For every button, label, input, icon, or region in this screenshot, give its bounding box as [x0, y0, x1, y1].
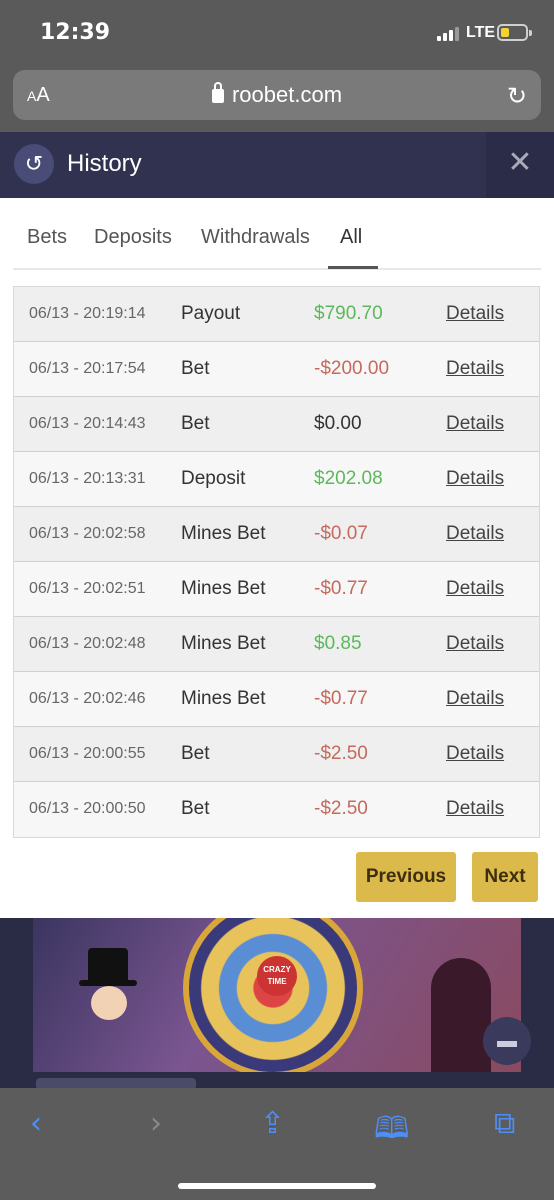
history-header: ↺ History ✕: [0, 132, 554, 198]
row-date: 06/13 - 20:02:46: [29, 690, 146, 707]
table-row: 06/13 - 20:02:51 Mines Bet -$0.77 Detail…: [14, 562, 539, 617]
table-row: 06/13 - 20:17:54 Bet -$200.00 Details: [14, 342, 539, 397]
table-row: 06/13 - 20:14:43 Bet $0.00 Details: [14, 397, 539, 452]
row-date: 06/13 - 20:00:55: [29, 745, 146, 762]
table-row: 06/13 - 20:13:31 Deposit $202.08 Details: [14, 452, 539, 507]
row-date: 06/13 - 20:02:51: [29, 580, 146, 597]
row-amount: -$2.50: [314, 743, 368, 764]
row-date: 06/13 - 20:17:54: [29, 360, 146, 377]
chat-button[interactable]: ▬: [483, 1017, 531, 1065]
row-amount: $0.00: [314, 413, 362, 434]
active-tab-indicator: [328, 266, 378, 269]
history-icon: ↺: [14, 144, 54, 184]
row-type: Mines Bet: [181, 688, 266, 709]
reload-icon[interactable]: ↻: [507, 82, 527, 111]
details-link[interactable]: Details: [446, 798, 504, 820]
status-bar: 12:39 LTE: [0, 0, 554, 64]
row-type: Bet: [181, 743, 210, 764]
page-title: History: [67, 150, 142, 177]
row-date: 06/13 - 20:02:58: [29, 525, 146, 542]
network-type: LTE: [466, 24, 496, 41]
details-link[interactable]: Details: [446, 578, 504, 600]
row-amount: $202.08: [314, 468, 383, 489]
details-link[interactable]: Details: [446, 468, 504, 490]
table-row: 06/13 - 20:00:55 Bet -$2.50 Details: [14, 727, 539, 782]
mascot-illustration: [73, 948, 143, 1058]
tab-bets[interactable]: Bets: [27, 226, 67, 249]
address-bar[interactable]: AA roobet.com ↻: [13, 70, 541, 120]
tab-all[interactable]: All: [340, 226, 362, 249]
details-link[interactable]: Details: [446, 413, 504, 435]
tab-withdrawals[interactable]: Withdrawals: [201, 226, 310, 249]
host-figure: [431, 958, 491, 1072]
row-amount: -$0.77: [314, 578, 368, 599]
details-link[interactable]: Details: [446, 303, 504, 325]
row-date: 06/13 - 20:00:50: [29, 800, 146, 817]
share-icon[interactable]: ⇪: [260, 1106, 285, 1141]
table-row: 06/13 - 20:02:48 Mines Bet $0.85 Details: [14, 617, 539, 672]
cellular-signal-icon: [437, 27, 459, 41]
row-date: 06/13 - 20:02:48: [29, 635, 146, 652]
history-tabs: Bets Deposits Withdrawals All: [13, 198, 541, 270]
row-type: Bet: [181, 358, 210, 379]
row-amount: $790.70: [314, 303, 383, 324]
history-table: 06/13 - 20:19:14 Payout $790.70 Details …: [13, 286, 540, 838]
game-logo: CRAZY TIME: [257, 956, 297, 996]
lock-icon: [211, 82, 224, 103]
tabs-icon[interactable]: ⧉: [494, 1106, 515, 1141]
row-type: Deposit: [181, 468, 246, 489]
previous-button[interactable]: Previous: [356, 852, 456, 902]
table-row: 06/13 - 20:02:58 Mines Bet -$0.07 Detail…: [14, 507, 539, 562]
row-type: Mines Bet: [181, 578, 266, 599]
url-display[interactable]: roobet.com: [13, 82, 541, 108]
history-panel: Bets Deposits Withdrawals All 06/13 - 20…: [0, 198, 554, 918]
row-amount: -$0.07: [314, 523, 368, 544]
tab-deposits[interactable]: Deposits: [94, 226, 172, 249]
forward-icon[interactable]: ›: [150, 1106, 162, 1141]
details-link[interactable]: Details: [446, 358, 504, 380]
row-type: Bet: [181, 413, 210, 434]
bookmarks-icon[interactable]: 🕮: [374, 1106, 409, 1157]
next-button[interactable]: Next: [472, 852, 538, 902]
game-banner-image[interactable]: CRAZY TIME: [33, 918, 521, 1072]
table-row: 06/13 - 20:02:46 Mines Bet -$0.77 Detail…: [14, 672, 539, 727]
row-type: Mines Bet: [181, 633, 266, 654]
row-date: 06/13 - 20:19:14: [29, 305, 146, 322]
clock: 12:39: [40, 20, 111, 45]
back-icon[interactable]: ‹: [30, 1106, 42, 1141]
row-amount: -$200.00: [314, 358, 390, 379]
row-type: Mines Bet: [181, 523, 266, 544]
row-date: 06/13 - 20:14:43: [29, 415, 146, 432]
close-button[interactable]: ✕: [486, 132, 554, 198]
row-amount: $0.85: [314, 633, 362, 654]
details-link[interactable]: Details: [446, 523, 504, 545]
details-link[interactable]: Details: [446, 633, 504, 655]
row-amount: -$2.50: [314, 798, 368, 819]
row-date: 06/13 - 20:13:31: [29, 470, 146, 487]
battery-icon: [497, 24, 532, 41]
row-type: Payout: [181, 303, 241, 324]
url-text: roobet.com: [231, 82, 343, 107]
home-indicator: [178, 1183, 376, 1189]
chat-icon: ▬: [497, 1030, 517, 1052]
table-row: 06/13 - 20:00:50 Bet -$2.50 Details: [14, 782, 539, 837]
close-icon: ✕: [507, 146, 533, 179]
details-link[interactable]: Details: [446, 743, 504, 765]
browser-address-area: AA roobet.com ↻: [0, 64, 554, 132]
row-type: Bet: [181, 798, 210, 819]
details-link[interactable]: Details: [446, 688, 504, 710]
row-amount: -$0.77: [314, 688, 368, 709]
table-row: 06/13 - 20:19:14 Payout $790.70 Details: [14, 287, 539, 342]
